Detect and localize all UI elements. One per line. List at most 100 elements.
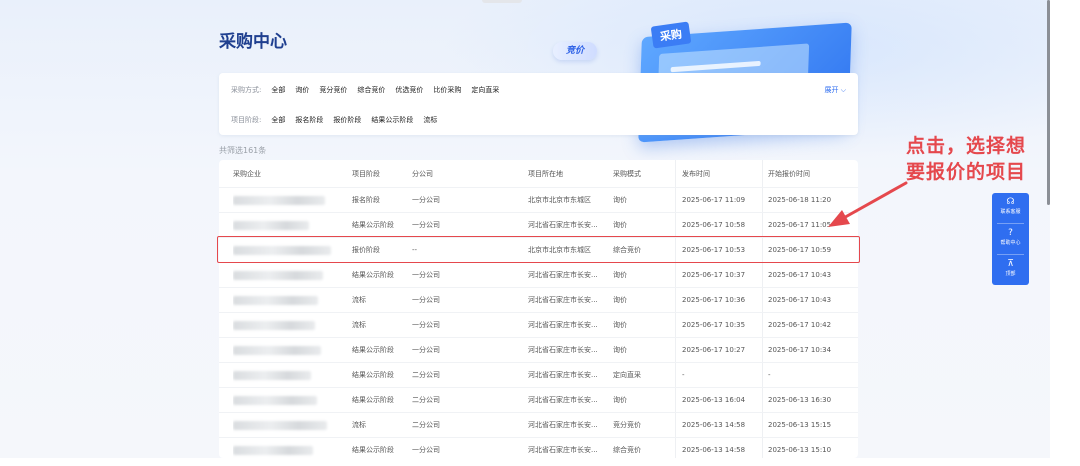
location-cell: 河北省石家庄市长安...: [528, 271, 598, 279]
table-row[interactable]: 流标 一分公司 河北省石家庄市长安... 询价 2025-06-17 10:36 2025…: [219, 287, 858, 312]
start-time-cell: 2025-06-17 10:43: [768, 296, 832, 304]
stage-cell: 报名阶段: [352, 196, 380, 204]
customer-service-button[interactable]: ☊ 联系客服: [992, 193, 1029, 223]
mode-cell: 询价: [613, 196, 627, 204]
mode-cell: 竞分竞价: [613, 421, 641, 429]
location-cell: 河北省石家庄市长安...: [528, 221, 598, 229]
filter-option[interactable]: 报价阶段: [333, 115, 361, 125]
filter-option[interactable]: 比价采购: [433, 85, 461, 95]
table-row[interactable]: 结果公示阶段 一分公司 河北省石家庄市长安... 综合竞价 2025-06-13 14:…: [219, 437, 858, 458]
start-time-cell: 2025-06-17 10:43: [768, 271, 832, 279]
mode-cell: 询价: [613, 321, 627, 329]
screenshot-stage: 采购中心 采购 竞价 采购方式: 全部 询价 竞分竞价 综合竞价 优选竞价 比价…: [0, 0, 1080, 466]
company-name-redacted: [233, 363, 351, 388]
filter-panel: 采购方式: 全部 询价 竞分竞价 综合竞价 优选竞价 比价采购 定向直采 展开 …: [219, 73, 858, 135]
branch-cell: 一分公司: [412, 196, 440, 204]
start-time-cell: 2025-06-13 15:10: [768, 446, 832, 454]
publish-time-cell: 2025-06-17 10:58: [682, 221, 746, 229]
annotation-line: 点击，选择想: [906, 135, 1027, 157]
table-row[interactable]: 流标 二分公司 河北省石家庄市长安... 竞分竞价 2025-06-13 14:58 20…: [219, 412, 858, 437]
filter-label: 采购方式:: [231, 86, 262, 94]
filter-option[interactable]: 全部: [271, 115, 285, 125]
toolbar-label: 顶部: [1005, 271, 1016, 277]
filter-option[interactable]: 全部: [271, 85, 285, 95]
stage-cell: 结果公示阶段: [352, 446, 394, 454]
branch-cell: 二分公司: [412, 371, 440, 379]
mode-cell: 询价: [613, 221, 627, 229]
column-header: 发布时间: [682, 170, 710, 178]
branch-cell: 一分公司: [412, 221, 440, 229]
location-cell: 河北省石家庄市长安...: [528, 346, 598, 354]
table-row[interactable]: 流标 一分公司 河北省石家庄市长安... 询价 2025-06-17 10:35 2025…: [219, 312, 858, 337]
page-scrollbar[interactable]: [1047, 0, 1050, 205]
location-cell: 河北省石家庄市长安...: [528, 321, 598, 329]
start-time-cell: 2025-06-13 16:30: [768, 396, 832, 404]
filter-option[interactable]: 询价: [295, 85, 309, 95]
mode-cell: 询价: [613, 396, 627, 404]
publish-time-cell: 2025-06-13 14:58: [682, 421, 746, 429]
column-header: 项目所在地: [528, 170, 563, 178]
table-row[interactable]: 报名阶段 一分公司 北京市北京市东城区 询价 2025-06-17 11:09 2025-…: [219, 187, 858, 212]
location-cell: 河北省石家庄市长安...: [528, 296, 598, 304]
stage-cell: 结果公示阶段: [352, 396, 394, 404]
toolbar-label: 帮助中心: [1000, 240, 1021, 246]
location-cell: 河北省石家庄市长安...: [528, 396, 598, 404]
mode-cell: 定向直采: [613, 371, 641, 379]
table-row[interactable]: 结果公示阶段 二分公司 河北省石家庄市长安... 定向直采 - -: [219, 362, 858, 387]
company-name-redacted: [233, 188, 351, 213]
result-count: 共筛选161条: [219, 146, 267, 155]
filter-option[interactable]: 结果公示阶段: [371, 115, 413, 125]
filter-option[interactable]: 竞分竞价: [319, 85, 347, 95]
publish-time-cell: 2025-06-13 14:58: [682, 446, 746, 454]
expand-filters-button[interactable]: 展开 ⌵: [824, 85, 846, 95]
floating-toolbar: ☊ 联系客服 ? 帮助中心 ⊼ 顶部: [992, 193, 1029, 285]
table-row[interactable]: 结果公示阶段 一分公司 河北省石家庄市长安... 询价 2025-06-17 10:27…: [219, 337, 858, 362]
publish-time-cell: 2025-06-17 10:35: [682, 321, 746, 329]
column-header: 项目阶段: [352, 170, 380, 178]
publish-time-cell: -: [682, 371, 685, 379]
filter-option[interactable]: 定向直采: [471, 85, 499, 95]
filter-option[interactable]: 优选竞价: [395, 85, 423, 95]
filter-row-purchase-method: 采购方式: 全部 询价 竞分竞价 综合竞价 优选竞价 比价采购 定向直采: [231, 85, 499, 95]
location-cell: 河北省石家庄市长安...: [528, 446, 598, 454]
branch-cell: 一分公司: [412, 346, 440, 354]
annotation-arrow-icon: [828, 181, 908, 227]
annotation-line: 要报价的项目: [906, 161, 1027, 183]
location-cell: 河北省石家庄市长安...: [528, 421, 598, 429]
branch-cell: 一分公司: [412, 271, 440, 279]
filter-option[interactable]: 流标: [423, 115, 437, 125]
branch-cell: 一分公司: [412, 296, 440, 304]
stage-cell: 结果公示阶段: [352, 371, 394, 379]
expand-label: 展开: [824, 86, 839, 94]
filter-option[interactable]: 报名阶段: [295, 115, 323, 125]
start-time-cell: 2025-06-17 10:42: [768, 321, 832, 329]
publish-time-cell: 2025-06-13 16:04: [682, 396, 746, 404]
company-name-redacted: [233, 263, 351, 288]
publish-time-cell: 2025-06-17 10:36: [682, 296, 746, 304]
publish-time-cell: 2025-06-17 11:09: [682, 196, 746, 204]
start-time-cell: -: [768, 371, 771, 379]
selected-row-highlight: [217, 236, 860, 263]
column-header: 采购模式: [613, 170, 641, 178]
branch-cell: 一分公司: [412, 321, 440, 329]
stage-cell: 结果公示阶段: [352, 346, 394, 354]
mode-cell: 询价: [613, 296, 627, 304]
company-name-redacted: [233, 413, 351, 438]
table-row[interactable]: 结果公示阶段 一分公司 河北省石家庄市长安... 询价 2025-06-17 10:58…: [219, 212, 858, 237]
stage-cell: 结果公示阶段: [352, 271, 394, 279]
branch-cell: 二分公司: [412, 396, 440, 404]
branch-cell: 一分公司: [412, 446, 440, 454]
back-to-top-button[interactable]: ⊼ 顶部: [992, 255, 1029, 285]
filter-option[interactable]: 综合竞价: [357, 85, 385, 95]
publish-time-cell: 2025-06-17 10:37: [682, 271, 746, 279]
help-center-button[interactable]: ? 帮助中心: [992, 224, 1029, 254]
stage-cell: 流标: [352, 321, 366, 329]
publish-time-cell: 2025-06-17 10:27: [682, 346, 746, 354]
table-row[interactable]: 结果公示阶段 二分公司 河北省石家庄市长安... 询价 2025-06-13 16:04…: [219, 387, 858, 412]
table-row[interactable]: 结果公示阶段 一分公司 河北省石家庄市长安... 询价 2025-06-17 10:37…: [219, 262, 858, 287]
company-name-redacted: [233, 313, 351, 338]
filter-row-project-stage: 项目阶段: 全部 报名阶段 报价阶段 结果公示阶段 流标: [231, 115, 437, 125]
mode-cell: 询价: [613, 346, 627, 354]
window-top-handle: [482, 0, 522, 3]
company-name-redacted: [233, 438, 351, 458]
